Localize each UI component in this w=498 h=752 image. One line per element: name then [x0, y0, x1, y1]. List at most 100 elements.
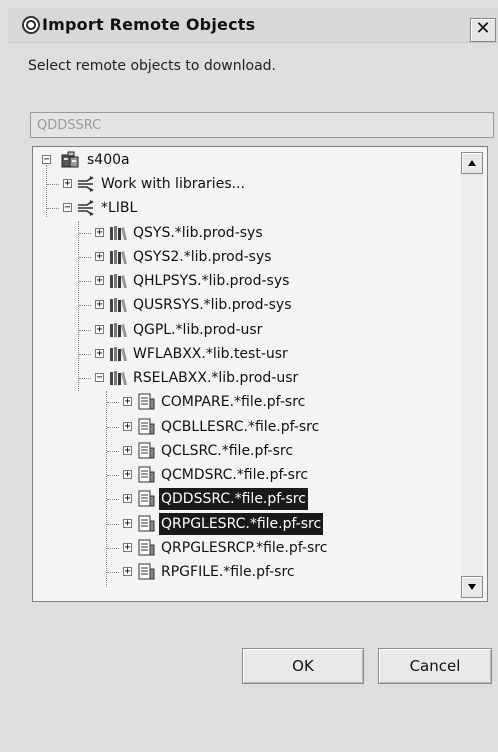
tree-scrollbar[interactable] — [461, 152, 483, 598]
expand-toggle[interactable]: + — [95, 227, 104, 237]
filter-icon — [77, 199, 95, 217]
tree-item[interactable]: + QRPGLESRC.*file.pf-src — [33, 512, 483, 535]
tree-item-label: Work with libraries... — [101, 176, 245, 192]
tree-line — [47, 184, 59, 185]
file-icon — [137, 466, 155, 484]
file-icon — [137, 418, 155, 436]
expand-toggle[interactable]: + — [123, 397, 132, 407]
expand-toggle[interactable]: + — [123, 421, 132, 431]
expand-toggle[interactable]: + — [123, 445, 132, 455]
library-icon — [109, 224, 127, 242]
tree-item-label: QGPL.*lib.prod-usr — [133, 321, 263, 338]
tree-line — [79, 329, 91, 331]
tree-item-label: QCMDSRC.*file.pf-src — [161, 467, 309, 483]
tree-item[interactable]: + COMPARE.*file.pf-src — [33, 391, 483, 413]
tree-item[interactable]: + QDDSSRC.*file.pf-src — [33, 488, 483, 511]
tree-item-label: RSELABXX.*lib.prod-usr — [133, 370, 299, 386]
app-icon — [22, 16, 40, 34]
collapse-toggle[interactable]: − — [42, 155, 51, 165]
filter-icon — [77, 175, 95, 193]
scroll-down-icon — [468, 584, 476, 590]
tree-item-label: QSYS2.*lib.prod-sys — [133, 248, 272, 265]
tree-item-label: QDDSSRC.*file.pf-src — [159, 488, 308, 511]
tree-line — [79, 232, 91, 234]
remote-objects-tree[interactable]: − s400a + Work with libraries... − *LIBL + QS… — [32, 146, 488, 602]
collapse-toggle[interactable]: − — [63, 203, 72, 213]
tree-item[interactable]: + Work with libraries... — [33, 173, 483, 195]
library-icon — [109, 321, 127, 339]
cancel-button[interactable]: Cancel — [378, 648, 492, 684]
scroll-up-button[interactable] — [461, 152, 483, 174]
library-icon — [109, 369, 127, 387]
expand-toggle[interactable]: + — [95, 300, 104, 310]
expand-toggle[interactable]: + — [95, 324, 104, 334]
close-button[interactable]: ✕ — [470, 18, 496, 42]
tree-line — [47, 208, 59, 210]
tree-line — [107, 572, 119, 573]
close-icon: ✕ — [475, 18, 491, 39]
tree-item-label: QHLPSYS.*lib.prod-sys — [133, 273, 290, 289]
title-bar[interactable]: Import Remote Objects ✕ — [8, 8, 498, 43]
tree-line — [107, 475, 119, 476]
tree-item[interactable]: + QCMDSRC.*file.pf-src — [33, 464, 483, 486]
scroll-up-icon — [468, 160, 476, 166]
tree-item-label: QSYS.*lib.prod-sys — [133, 224, 263, 241]
tree-item-label: *LIBL — [101, 200, 138, 217]
instruction-text: Select remote objects to download. — [28, 58, 276, 74]
tree-item[interactable]: − *LIBL — [33, 197, 483, 219]
tree-item[interactable]: + QRPGLESRCP.*file.pf-src — [33, 537, 483, 559]
tree-item[interactable]: − RSELABXX.*lib.prod-usr — [33, 367, 483, 389]
tree-item-label: WFLABXX.*lib.test-usr — [133, 345, 288, 362]
filter-input[interactable] — [30, 112, 494, 138]
window-title: Import Remote Objects — [42, 15, 256, 34]
tree-item-label: QCBLLESRC.*file.pf-src — [161, 418, 320, 435]
import-remote-objects-dialog: Import Remote Objects ✕ Select remote ob… — [0, 0, 498, 752]
expand-toggle[interactable]: + — [63, 179, 72, 189]
tree-item[interactable]: + QHLPSYS.*lib.prod-sys — [33, 270, 483, 292]
expand-toggle[interactable]: + — [95, 276, 104, 286]
expand-toggle[interactable]: + — [123, 542, 132, 552]
tree-item[interactable]: + RPGFILE.*file.pf-src — [33, 561, 483, 583]
tree-line — [107, 547, 119, 549]
expand-toggle[interactable]: + — [123, 470, 132, 480]
expand-toggle[interactable]: + — [123, 494, 132, 504]
file-icon — [137, 539, 155, 557]
tree-line — [107, 499, 119, 501]
tree-root-label: s400a — [87, 152, 130, 168]
tree-item-label: QUSRSYS.*lib.prod-sys — [133, 297, 292, 314]
file-icon — [137, 515, 155, 533]
library-icon — [109, 248, 127, 266]
library-icon — [109, 272, 127, 290]
scroll-down-button[interactable] — [461, 576, 483, 598]
tree-item-label: RPGFILE.*file.pf-src — [161, 564, 295, 580]
library-icon — [109, 296, 127, 314]
expand-toggle[interactable]: + — [123, 567, 132, 577]
tree-item[interactable]: + QGPL.*lib.prod-usr — [33, 319, 483, 341]
expand-toggle[interactable]: + — [95, 251, 104, 261]
expand-toggle[interactable]: + — [95, 348, 104, 358]
file-icon — [137, 490, 155, 508]
tree-line — [79, 305, 91, 307]
tree-item-label: QRPGLESRC.*file.pf-src — [159, 512, 324, 535]
collapse-toggle[interactable]: − — [95, 373, 104, 383]
tree-line — [79, 281, 91, 282]
tree-item[interactable]: + WFLABXX.*lib.test-usr — [33, 343, 483, 365]
tree-line — [107, 426, 119, 428]
system-icon — [61, 151, 79, 169]
tree-line — [79, 378, 91, 379]
tree-item[interactable]: + QSYS2.*lib.prod-sys — [33, 246, 483, 268]
ok-button[interactable]: OK — [242, 648, 364, 684]
tree-root-row[interactable]: − s400a — [33, 149, 483, 171]
tree-line — [107, 450, 119, 452]
tree-item-label: QRPGLESRCP.*file.pf-src — [161, 539, 328, 556]
tree-line — [107, 523, 119, 525]
tree-item-label: COMPARE.*file.pf-src — [161, 394, 306, 411]
tree-item[interactable]: + QCLSRC.*file.pf-src — [33, 440, 483, 462]
tree-line — [79, 353, 91, 355]
tree-item[interactable]: + QCBLLESRC.*file.pf-src — [33, 416, 483, 438]
tree-item[interactable]: + QSYS.*lib.prod-sys — [33, 222, 483, 244]
tree-line — [107, 402, 119, 404]
tree-item[interactable]: + QUSRSYS.*lib.prod-sys — [33, 294, 483, 316]
tree-line — [79, 256, 91, 258]
expand-toggle[interactable]: + — [123, 518, 132, 528]
